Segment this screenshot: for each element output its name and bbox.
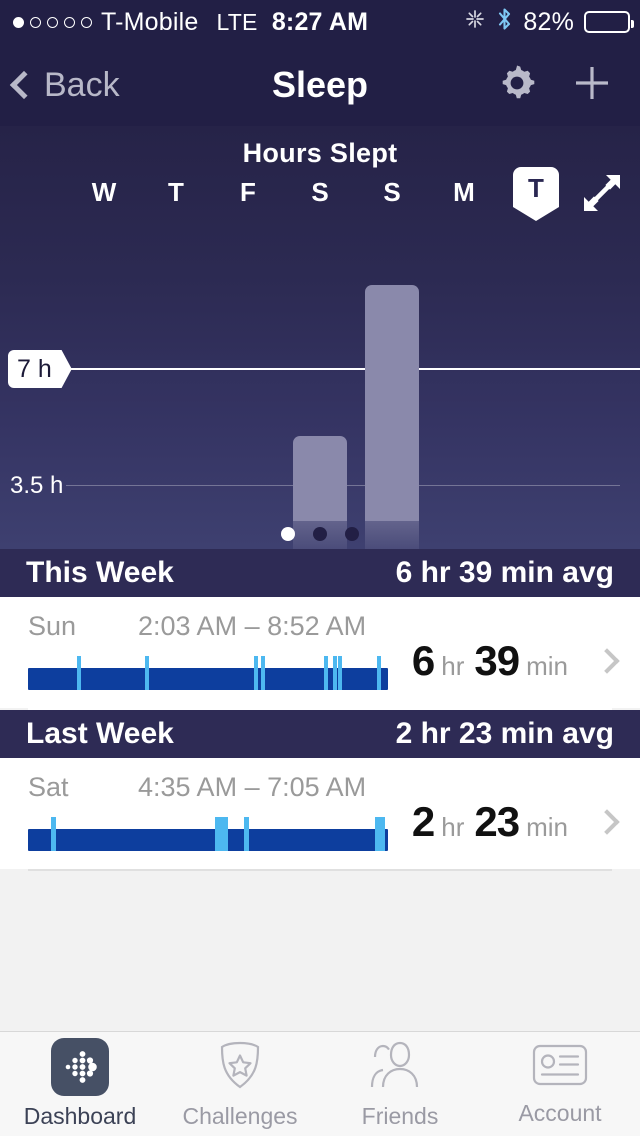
sleep-row-time-range: 2:03 AM – 8:52 AM	[138, 611, 367, 641]
sleep-duration-hours-unit: hr	[441, 812, 465, 842]
chevron-left-icon	[9, 70, 39, 100]
contact-card-icon	[531, 1042, 589, 1093]
tab-dashboard-label: Dashboard	[23, 1103, 137, 1129]
hypnogram-awake-tick	[377, 656, 382, 690]
page-dot-1[interactable]	[313, 527, 327, 541]
tab-challenges-label: Challenges	[182, 1102, 298, 1129]
plus-icon[interactable]	[570, 61, 614, 110]
week-section-average: 6 hr 39 min avg	[395, 556, 614, 589]
day-label-1[interactable]: T	[153, 175, 199, 209]
goal-gridline	[60, 368, 640, 370]
hypnogram-awake-tick	[244, 817, 249, 851]
chart-bar[interactable]	[293, 435, 347, 549]
hypnogram-awake-tick	[332, 656, 337, 690]
sleep-log-row[interactable]: Sat 4:35 AM – 7:05 AM 2 hr 23 min	[0, 758, 640, 869]
hypnogram-awake-tick	[76, 656, 81, 690]
week-section-title: This Week	[26, 556, 174, 589]
week-section-header: Last Week 2 hr 23 min avg	[0, 710, 640, 758]
chart-plot-area: 7 h 3.5 h 0	[0, 285, 640, 549]
sleep-row-day: Sun	[28, 611, 77, 641]
day-label-4[interactable]: S	[369, 175, 415, 209]
tab-bar: Dashboard Challenges Friends Account	[0, 1031, 640, 1136]
sleep-chart-panel[interactable]: Hours Slept WTFSSMT 7 h 3.5 h 0	[0, 126, 640, 549]
shield-star-icon	[214, 1039, 266, 1096]
sleep-log-sections: This Week 6 hr 39 min avg Sun 2:03 AM – 8:5…	[0, 549, 640, 871]
week-section-header: This Week 6 hr 39 min avg	[0, 549, 640, 597]
page-dot-0[interactable]	[281, 527, 295, 541]
page-indicator[interactable]	[0, 527, 640, 541]
hypnogram-awake-tick	[375, 817, 386, 851]
hypnogram-awake-tick	[145, 656, 149, 690]
hypnogram-asleep-bar	[28, 829, 388, 851]
expand-arrows-icon[interactable]	[580, 171, 624, 220]
y-axis-label-mid: 3.5 h	[10, 472, 64, 499]
sleep-duration-hours-unit: hr	[441, 651, 465, 681]
chevron-right-icon[interactable]	[594, 809, 620, 835]
sleep-row-duration-area: 2 hr 23 min	[400, 798, 640, 846]
sleep-duration-hours: 2	[411, 798, 435, 845]
sleep-row-meta: Sun 2:03 AM – 8:52 AM	[28, 611, 400, 642]
sleep-duration-hours: 6	[411, 637, 435, 684]
sleep-duration-minutes-unit: min	[526, 651, 568, 681]
day-label-2[interactable]: F	[225, 175, 271, 209]
sleep-row-duration-area: 6 hr 39 min	[400, 637, 640, 685]
chart-bar[interactable]	[365, 285, 419, 549]
tab-friends[interactable]: Friends	[320, 1039, 480, 1130]
chevron-right-icon[interactable]	[594, 648, 620, 674]
hypnogram-awake-tick	[51, 817, 57, 851]
week-section-title: Last Week	[26, 717, 174, 750]
tab-account-label: Account	[518, 1099, 602, 1126]
nav-bar-actions	[494, 60, 640, 111]
sleep-duration: 6 hr 39 min	[412, 637, 578, 685]
sleep-row-day: Sat	[28, 772, 69, 802]
sleep-row-details: Sun 2:03 AM – 8:52 AM	[0, 611, 400, 690]
hypnogram-awake-tick	[324, 656, 329, 690]
navigation-bar: Back Sleep	[0, 44, 640, 126]
sleep-hypnogram	[28, 656, 388, 690]
sleep-row-meta: Sat 4:35 AM – 7:05 AM	[28, 772, 400, 803]
day-label-0[interactable]: W	[81, 175, 127, 209]
page-dot-2[interactable]	[345, 527, 359, 541]
status-bar-clock: 8:27 AM	[271, 7, 369, 36]
people-icon	[369, 1039, 431, 1096]
fitbit-logo-icon	[51, 1038, 109, 1096]
day-label-3[interactable]: S	[297, 175, 343, 209]
day-label-5[interactable]: M	[441, 175, 487, 209]
back-button[interactable]: Back	[0, 66, 120, 105]
sleep-log-row[interactable]: Sun 2:03 AM – 8:52 AM 6 hr 39 min	[0, 597, 640, 708]
day-label-6-selected[interactable]: T	[513, 167, 559, 221]
battery-icon	[584, 11, 634, 33]
back-button-label: Back	[44, 65, 120, 104]
tab-challenges[interactable]: Challenges	[160, 1039, 320, 1130]
tab-account[interactable]: Account	[480, 1042, 640, 1127]
day-selector[interactable]: WTFSSMT	[0, 167, 640, 223]
tab-dashboard[interactable]: Dashboard	[0, 1038, 160, 1130]
sleep-duration-minutes-unit: min	[526, 812, 568, 842]
hypnogram-awake-tick	[215, 817, 229, 851]
sleep-row-time-range: 4:35 AM – 7:05 AM	[138, 772, 367, 802]
goal-label: 7 h	[8, 350, 72, 388]
hypnogram-awake-tick	[260, 656, 265, 690]
sleep-duration-minutes: 39	[474, 637, 520, 684]
gear-icon[interactable]	[494, 60, 540, 111]
week-section-average: 2 hr 23 min avg	[395, 717, 614, 750]
hypnogram-awake-tick	[254, 656, 259, 690]
sleep-row-details: Sat 4:35 AM – 7:05 AM	[0, 772, 400, 851]
sleep-duration: 2 hr 23 min	[412, 798, 578, 846]
tab-friends-label: Friends	[361, 1102, 439, 1129]
sleep-duration-minutes: 23	[474, 798, 520, 845]
status-bar: T-Mobile LTE 8:27 AM 82%	[0, 0, 640, 44]
hypnogram-awake-tick	[337, 656, 342, 690]
sleep-hypnogram	[28, 817, 388, 851]
chart-title: Hours Slept	[242, 138, 398, 168]
